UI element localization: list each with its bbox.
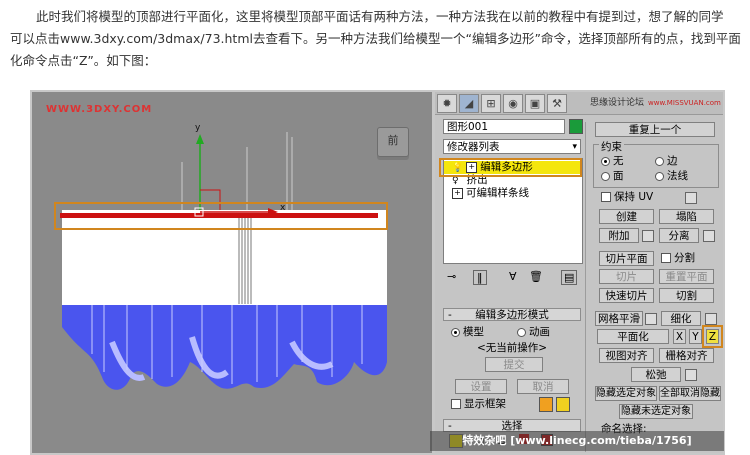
hierarchy-tab-icon[interactable]: ⊞ bbox=[481, 94, 501, 113]
slice-button[interactable]: 切片 bbox=[599, 269, 654, 284]
unhide-all-button[interactable]: 全部取消隐藏 bbox=[659, 386, 721, 401]
show-end-result-icon[interactable]: ‖ bbox=[473, 270, 487, 285]
hide-selected-button[interactable]: 隐藏选定对象 bbox=[595, 386, 657, 401]
tessellate-button[interactable]: 细化 bbox=[661, 311, 701, 326]
relax-button[interactable]: 松弛 bbox=[631, 367, 681, 382]
cage-color-1[interactable] bbox=[539, 397, 553, 412]
meshsmooth-settings-icon[interactable] bbox=[645, 313, 657, 325]
brand-label: 思缘设计论坛 www.MISSVUAN.com bbox=[590, 98, 721, 108]
intro-text: 此时我们将模型的顶部进行平面化，这里将模型顶部平面话有两种方法，一种方法我在以前… bbox=[10, 6, 746, 72]
intro-line-1: 此时我们将模型的顶部进行平面化，这里将模型顶部平面话有两种方法，一种方法我在以前… bbox=[36, 9, 724, 24]
repeat-last-button[interactable]: 重复上一个 bbox=[595, 122, 715, 137]
intro-line-2: 可以点击www.3dxy.com/3dmax/73.html去查看下。另一种方法… bbox=[10, 31, 741, 46]
tessellate-settings-icon[interactable] bbox=[705, 313, 717, 325]
panel-divider bbox=[585, 122, 586, 452]
z-button-highlight bbox=[702, 325, 723, 348]
detach-settings-icon[interactable] bbox=[703, 230, 715, 242]
relax-settings-icon[interactable] bbox=[685, 369, 697, 381]
attach-settings-icon[interactable] bbox=[642, 230, 654, 242]
hide-unselected-button[interactable]: 隐藏未选定对象 bbox=[619, 404, 693, 419]
meshsmooth-button[interactable]: 网格平滑 bbox=[595, 311, 643, 326]
cage-color-2[interactable] bbox=[556, 397, 570, 412]
planar-y-button[interactable]: Y bbox=[689, 329, 702, 344]
expand-icon[interactable]: + bbox=[452, 187, 463, 199]
commit-button[interactable]: 提交 bbox=[485, 357, 543, 372]
front-viewport[interactable]: WWW.3DXY.COM y x 前 bbox=[32, 92, 432, 453]
create-button[interactable]: 创建 bbox=[599, 209, 654, 224]
modify-tab-icon[interactable]: ◢ bbox=[459, 94, 479, 113]
motion-tab-icon[interactable]: ◉ bbox=[503, 94, 523, 113]
constraints-label: 约束 bbox=[599, 140, 624, 154]
create-tab-icon[interactable]: ✹ bbox=[437, 94, 457, 113]
command-panel: ✹ ◢ ⊞ ◉ ▣ ⚒ 思缘设计论坛 www.MISSVUAN.com 图形001… bbox=[435, 92, 723, 453]
show-cage-checkbox[interactable]: 显示框架 bbox=[451, 397, 506, 411]
edit-poly-highlight bbox=[439, 158, 582, 177]
attach-button[interactable]: 附加 bbox=[599, 228, 639, 243]
no-current-operation: <无当前操作> bbox=[477, 342, 548, 354]
make-planar-button[interactable]: 平面化 bbox=[597, 329, 669, 344]
gizmo-y-arrow bbox=[196, 134, 204, 144]
constraint-none[interactable]: 无 bbox=[601, 154, 624, 168]
modifier-list-dropdown[interactable]: 修改器列表 ▾ bbox=[443, 139, 581, 154]
viewport-scene: y x bbox=[60, 123, 387, 390]
detach-button[interactable]: 分离 bbox=[659, 228, 699, 243]
3dsmax-screenshot: WWW.3DXY.COM y x 前 ✹ ◢ ⊞ ◉ ▣ ⚒ 思缘设计论坛 ww… bbox=[30, 90, 725, 455]
lightbulb-icon: ♀ bbox=[452, 176, 459, 186]
stack-toolbar: ⊸ ‖ ∀ 🗑 ▤ bbox=[443, 270, 581, 286]
configure-sets-icon[interactable]: ▤ bbox=[561, 270, 578, 285]
settings-button[interactable]: 设置 bbox=[455, 379, 507, 394]
reset-plane-button[interactable]: 重置平面 bbox=[659, 269, 714, 284]
display-tab-icon[interactable]: ▣ bbox=[525, 94, 545, 113]
edit-poly-mode-rollout[interactable]: - 编辑多边形模式 bbox=[443, 308, 581, 321]
panel-tabs: ✹ ◢ ⊞ ◉ ▣ ⚒ 思缘设计论坛 www.MISSVUAN.com bbox=[435, 92, 723, 115]
object-name-field[interactable]: 图形001 bbox=[443, 119, 565, 134]
radio-animate[interactable]: 动画 bbox=[517, 325, 550, 339]
planar-x-button[interactable]: X bbox=[673, 329, 686, 344]
gizmo-y-label: y bbox=[195, 123, 201, 133]
cancel-button[interactable]: 取消 bbox=[517, 379, 569, 394]
constraint-face[interactable]: 面 bbox=[601, 169, 624, 183]
remove-modifier-icon[interactable]: 🗑 bbox=[529, 270, 543, 283]
keep-uv-settings-icon[interactable] bbox=[685, 192, 697, 204]
utilities-tab-icon[interactable]: ⚒ bbox=[547, 94, 567, 113]
cut-button[interactable]: 切割 bbox=[659, 288, 714, 303]
make-unique-icon[interactable]: ∀ bbox=[509, 270, 517, 283]
top-edge-highlight bbox=[54, 202, 388, 230]
chevron-down-icon: ▾ bbox=[572, 142, 577, 152]
slice-plane-button[interactable]: 切片平面 bbox=[599, 251, 654, 266]
view-align-button[interactable]: 视图对齐 bbox=[599, 348, 654, 363]
radio-model[interactable]: 模型 bbox=[451, 325, 484, 339]
constraint-normal[interactable]: 法线 bbox=[655, 169, 688, 183]
watermark-caption: 特效杂吧 [www.linecg.com/tieba/1756] bbox=[430, 431, 724, 451]
grid-align-button[interactable]: 栅格对齐 bbox=[659, 348, 714, 363]
pin-stack-icon[interactable]: ⊸ bbox=[447, 270, 456, 283]
quickslice-button[interactable]: 快速切片 bbox=[599, 288, 654, 303]
viewcube-front[interactable]: 前 bbox=[377, 127, 409, 157]
split-checkbox[interactable]: 分割 bbox=[661, 251, 695, 265]
stack-item-editable-spline[interactable]: + 可编辑样条线 bbox=[444, 187, 582, 200]
keep-uv-checkbox[interactable]: 保持 UV bbox=[601, 190, 653, 204]
collapse-button[interactable]: 塌陷 bbox=[659, 209, 714, 224]
intro-line-3: 化命令点击“Z”。如下图： bbox=[10, 53, 157, 68]
object-color-swatch[interactable] bbox=[569, 119, 583, 134]
constraint-edge[interactable]: 边 bbox=[655, 154, 678, 168]
